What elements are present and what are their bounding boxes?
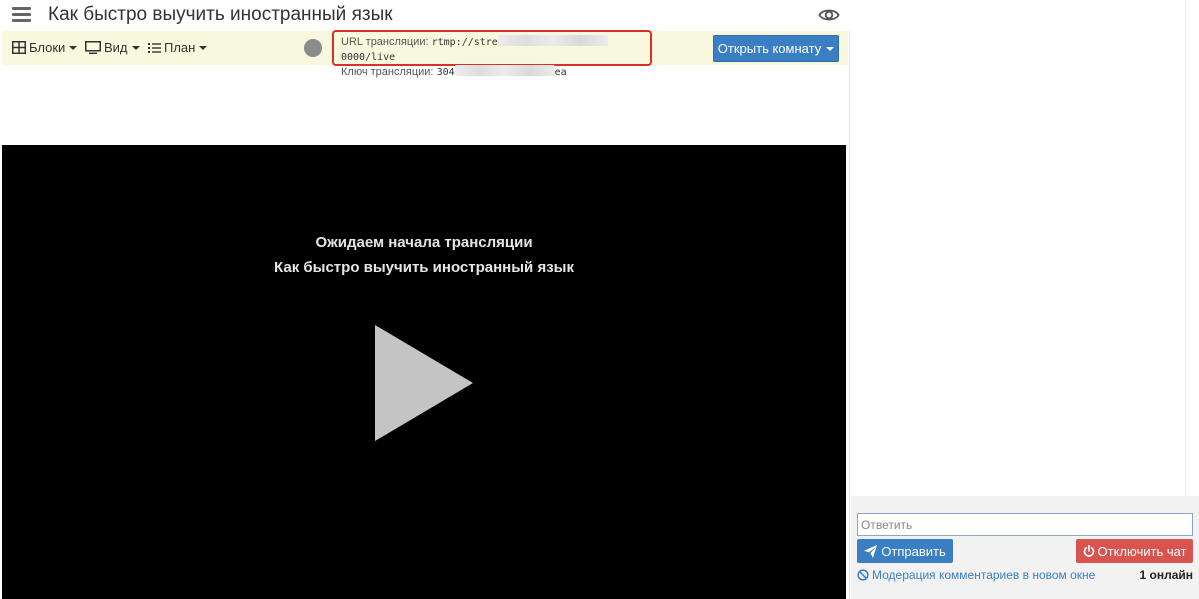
open-room-label: Открыть комнату	[717, 41, 822, 56]
play-icon[interactable]	[375, 325, 475, 441]
moderation-link[interactable]: Модерация комментариев в новом окне	[857, 568, 1095, 582]
page-title: Как быстро выучить иностранный язык	[48, 4, 393, 25]
stream-status-indicator	[304, 39, 322, 57]
chevron-down-icon	[826, 46, 835, 51]
plan-menu[interactable]: План	[148, 40, 208, 55]
online-count: 1 онлайн	[1139, 568, 1193, 582]
hamburger-menu-icon[interactable]	[12, 5, 32, 25]
stream-key-row: Ключ трансляции: 304 ea	[341, 65, 650, 80]
monitor-icon	[85, 41, 101, 54]
redacted-blur	[497, 35, 608, 46]
send-button[interactable]: Отправить	[857, 539, 953, 563]
send-label: Отправить	[881, 543, 946, 559]
chat-scrollbar[interactable]	[1185, 0, 1199, 496]
blocks-label: Блоки	[29, 40, 66, 55]
stream-key-label: Ключ трансляции:	[341, 66, 434, 78]
disable-chat-button[interactable]: Отключить чат	[1076, 539, 1193, 563]
stream-key-end: ea	[554, 67, 567, 78]
chat-messages	[851, 0, 1185, 496]
paper-plane-icon	[864, 544, 878, 558]
stream-url-row: URL трансляции: rtmp://stre 0000/live	[341, 35, 650, 65]
stream-url-label: URL трансляции:	[341, 36, 429, 48]
stream-url-start: rtmp://stre	[431, 37, 498, 48]
ban-icon	[857, 569, 869, 581]
blocks-menu[interactable]: Блоки	[12, 40, 78, 55]
list-icon	[148, 42, 161, 53]
view-menu[interactable]: Вид	[85, 40, 140, 55]
stream-url-end: 0000/live	[341, 52, 396, 63]
stream-key-start: 304	[436, 67, 455, 78]
eye-icon[interactable]	[818, 4, 840, 26]
redacted-blur	[454, 65, 555, 76]
chevron-down-icon	[131, 45, 140, 50]
moderation-label: Модерация комментариев в новом окне	[872, 568, 1096, 582]
chat-pane: Отправить Отключить чат Модерация коммен…	[851, 0, 1199, 599]
app-root: Как быстро выучить иностранный язык Блок…	[0, 0, 1199, 599]
waiting-text: Ожидаем начала трансляции	[315, 234, 533, 251]
plan-label: План	[164, 40, 196, 55]
stream-title: Как быстро выучить иностранный язык	[274, 259, 574, 276]
chat-footer: Отправить Отключить чат Модерация коммен…	[851, 496, 1199, 599]
top-bar: Как быстро выучить иностранный язык	[0, 0, 850, 31]
disable-chat-label: Отключить чат	[1097, 543, 1187, 559]
open-room-button[interactable]: Открыть комнату	[713, 35, 839, 62]
chevron-down-icon	[199, 45, 208, 50]
stream-credentials: URL трансляции: rtmp://stre 0000/live Клю…	[332, 30, 652, 78]
grid-icon	[12, 41, 26, 54]
chevron-down-icon	[69, 45, 78, 50]
reply-input[interactable]	[857, 513, 1193, 536]
view-label: Вид	[104, 40, 128, 55]
power-icon	[1083, 545, 1094, 557]
video-player[interactable]: Ожидаем начала трансляции Как быстро выу…	[2, 145, 846, 599]
main-pane: Как быстро выучить иностранный язык Блок…	[0, 0, 850, 599]
stream-key-value[interactable]: 304 ea	[436, 65, 567, 78]
